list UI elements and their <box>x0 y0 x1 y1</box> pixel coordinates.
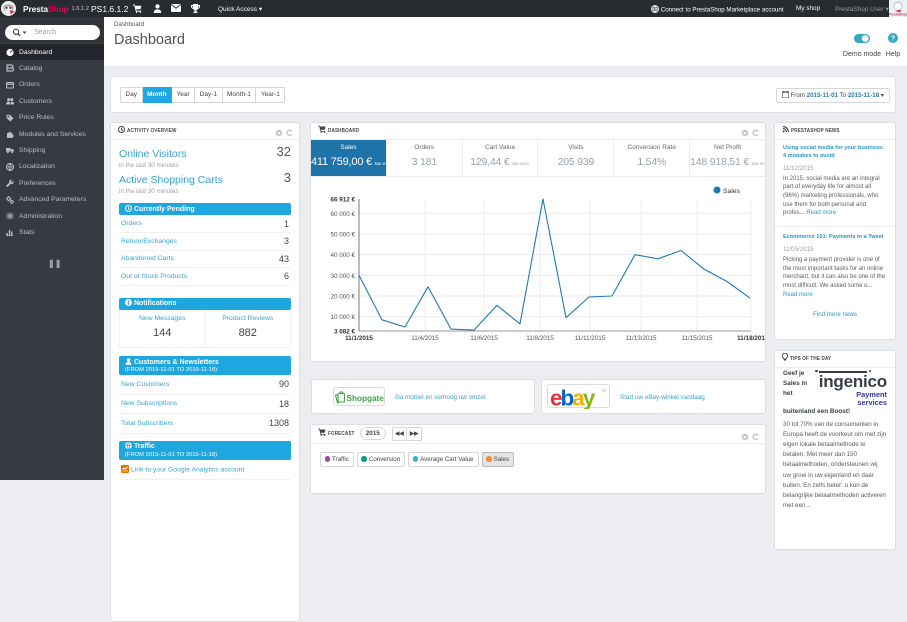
svg-text:66 912 €: 66 912 € <box>330 197 355 204</box>
svg-text:™: ™ <box>601 389 606 395</box>
svg-text:ebay: ebay <box>550 386 596 410</box>
svg-text:11/1/2015: 11/1/2015 <box>345 335 373 342</box>
svg-text:Sales: Sales <box>723 188 741 195</box>
svg-text:11/8/2015: 11/8/2015 <box>526 335 554 342</box>
svg-text:11/4/2015: 11/4/2015 <box>411 335 439 342</box>
svg-text:20 000 €: 20 000 € <box>330 294 355 301</box>
svg-text:?: ? <box>891 34 896 43</box>
svg-text:60 000 €: 60 000 € <box>330 211 355 218</box>
svg-text:30 000 €: 30 000 € <box>330 273 355 280</box>
svg-text:40 000 €: 40 000 € <box>330 252 355 259</box>
svg-text:11/11/2015: 11/11/2015 <box>575 335 606 342</box>
svg-text:Shopgate: Shopgate <box>347 394 385 403</box>
svg-text:11/18/201: 11/18/201 <box>737 335 765 342</box>
svg-text:11/15/2015: 11/15/2015 <box>681 335 713 342</box>
svg-text:10 000 €: 10 000 € <box>330 314 355 321</box>
svg-text:11/13/2015: 11/13/2015 <box>625 335 657 342</box>
svg-text:11/6/2015: 11/6/2015 <box>470 335 498 342</box>
svg-text:PrestaShop: PrestaShop <box>889 13 907 17</box>
svg-text:50 000 €: 50 000 € <box>330 231 355 238</box>
